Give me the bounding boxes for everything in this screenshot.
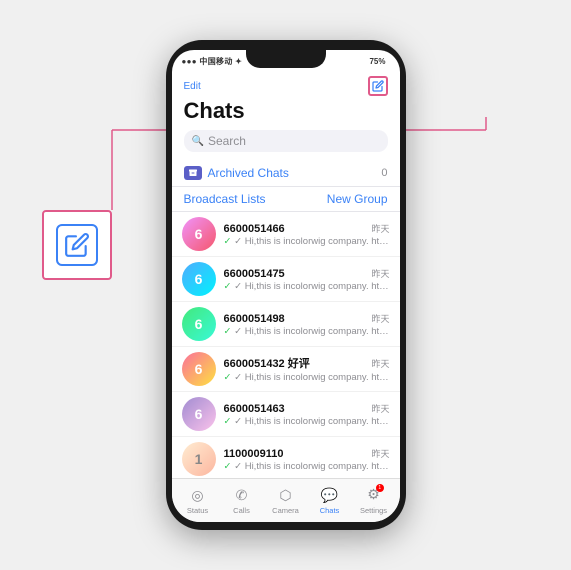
camera-nav-icon: ⬡ [279, 487, 291, 504]
avatar-0: 6 [182, 217, 216, 251]
chat-name-row-4: 6600051463 昨天 [224, 402, 390, 415]
chat-item-0[interactable]: 6 6600051466 昨天 ✓ ✓ Hi,this is incolorwi… [172, 212, 400, 257]
tick-icon-4: ✓ [224, 416, 235, 427]
calls-nav-label: Calls [233, 506, 250, 515]
chat-info-5: 1100009110 昨天 ✓ ✓ Hi,this is incolorwig … [224, 447, 390, 472]
bottom-nav: ◎ Status ✆ Calls ⬡ Camera 💬 Chats ⚙ 1 Se… [172, 478, 400, 522]
annotation-compose-box [42, 210, 112, 280]
chat-item-2[interactable]: 6 6600051498 昨天 ✓ ✓ Hi,this is incolorwi… [172, 302, 400, 347]
archived-chats-row[interactable]: Archived Chats 0 [172, 160, 400, 187]
chat-preview-2: ✓ ✓ Hi,this is incolorwig company. https… [224, 326, 390, 337]
status-nav-label: Status [187, 506, 208, 515]
chat-name-row-0: 6600051466 昨天 [224, 222, 390, 235]
search-bar[interactable]: 🔍 Search [184, 130, 388, 152]
edit-button[interactable]: Edit [184, 81, 201, 92]
chat-preview-4: ✓ ✓ Hi,this is incolorwig company. https… [224, 416, 390, 427]
settings-nav-label: Settings [360, 506, 387, 515]
chat-name-5: 1100009110 [224, 448, 284, 460]
header-row: Edit [184, 76, 388, 96]
chats-nav-icon: 💬 [321, 487, 338, 504]
chat-item-5[interactable]: 1 1100009110 昨天 ✓ ✓ Hi,this is incolorwi… [172, 437, 400, 478]
chat-item-3[interactable]: 6 6600051432 好评 昨天 ✓ ✓ Hi,this is incolo… [172, 347, 400, 392]
avatar-5: 1 [182, 442, 216, 476]
chat-time-1: 昨天 [371, 267, 389, 280]
avatar-2: 6 [182, 307, 216, 341]
avatar-4: 6 [182, 397, 216, 431]
phone-notch [246, 50, 326, 68]
broadcast-lists-button[interactable]: Broadcast Lists [184, 192, 327, 206]
chat-list: 6 6600051466 昨天 ✓ ✓ Hi,this is incolorwi… [172, 212, 400, 478]
settings-badge: 1 [376, 484, 384, 492]
chat-info-1: 6600051475 昨天 ✓ ✓ Hi,this is incolorwig … [224, 267, 390, 292]
archived-count: 0 [381, 167, 387, 179]
chat-name-row-3: 6600051432 好评 昨天 [224, 355, 390, 371]
chat-name-0: 6600051466 [224, 223, 285, 235]
tick-icon-3: ✓ [224, 372, 235, 383]
search-placeholder: Search [208, 134, 246, 148]
phone-frame: ●●● 中国移动 ✦ 9:00 AM 75% Edit Chats 🔍 Sear… [166, 40, 406, 530]
chats-nav-label: Chats [320, 506, 340, 515]
chat-item-1[interactable]: 6 6600051475 昨天 ✓ ✓ Hi,this is incolorwi… [172, 257, 400, 302]
chat-time-2: 昨天 [371, 312, 389, 325]
new-group-button[interactable]: New Group [327, 192, 388, 206]
archive-icon [184, 166, 202, 180]
nav-item-calls[interactable]: ✆ Calls [224, 487, 260, 515]
avatar-3: 6 [182, 352, 216, 386]
chat-time-4: 昨天 [371, 402, 389, 415]
chat-item-4[interactable]: 6 6600051463 昨天 ✓ ✓ Hi,this is incolorwi… [172, 392, 400, 437]
chat-preview-5: ✓ ✓ Hi,this is incolorwig company. https… [224, 461, 390, 472]
chat-info-4: 6600051463 昨天 ✓ ✓ Hi,this is incolorwig … [224, 402, 390, 427]
page-title: Chats [184, 98, 388, 124]
app-screen: Edit Chats 🔍 Search [172, 72, 400, 522]
app-header: Edit Chats 🔍 Search [172, 72, 400, 160]
tick-icon-0: ✓ [224, 236, 235, 247]
tick-icon-5: ✓ [224, 461, 235, 472]
chat-name-row-2: 6600051498 昨天 [224, 312, 390, 325]
settings-badge-wrap: ⚙ 1 [367, 486, 380, 504]
chat-name-2: 6600051498 [224, 313, 285, 325]
search-icon: 🔍 [192, 136, 204, 147]
broadcast-row: Broadcast Lists New Group [172, 187, 400, 212]
calls-nav-icon: ✆ [236, 487, 248, 504]
carrier-info: ●●● 中国移动 ✦ [182, 56, 243, 67]
chat-preview-0: ✓ ✓ Hi,this is incolorwig company. https… [224, 236, 390, 247]
tick-icon-1: ✓ [224, 281, 235, 292]
compose-icon-large [56, 224, 98, 266]
tick-icon-2: ✓ [224, 326, 235, 337]
chat-time-3: 昨天 [371, 357, 389, 370]
archived-label: Archived Chats [208, 166, 382, 180]
nav-item-status[interactable]: ◎ Status [180, 487, 216, 515]
chat-time-0: 昨天 [371, 222, 389, 235]
chat-name-row-5: 1100009110 昨天 [224, 447, 390, 460]
chat-name-3: 6600051432 好评 [224, 355, 310, 371]
chat-time-5: 昨天 [371, 447, 389, 460]
chat-preview-3: ✓ ✓ Hi,this is incolorwig company. https… [224, 372, 390, 383]
battery-info: 75% [369, 57, 385, 66]
chat-preview-1: ✓ ✓ Hi,this is incolorwig company. https… [224, 281, 390, 292]
avatar-1: 6 [182, 262, 216, 296]
nav-item-chats[interactable]: 💬 Chats [312, 487, 348, 515]
camera-nav-label: Camera [272, 506, 299, 515]
chat-name-4: 6600051463 [224, 403, 285, 415]
chat-name-1: 6600051475 [224, 268, 285, 280]
nav-item-camera[interactable]: ⬡ Camera [268, 487, 304, 515]
chat-info-2: 6600051498 昨天 ✓ ✓ Hi,this is incolorwig … [224, 312, 390, 337]
status-nav-icon: ◎ [191, 487, 203, 504]
chat-name-row-1: 6600051475 昨天 [224, 267, 390, 280]
nav-item-settings[interactable]: ⚙ 1 Settings [356, 486, 392, 515]
compose-button[interactable] [368, 76, 388, 96]
chat-info-0: 6600051466 昨天 ✓ ✓ Hi,this is incolorwig … [224, 222, 390, 247]
chat-info-3: 6600051432 好评 昨天 ✓ ✓ Hi,this is incolorw… [224, 355, 390, 383]
